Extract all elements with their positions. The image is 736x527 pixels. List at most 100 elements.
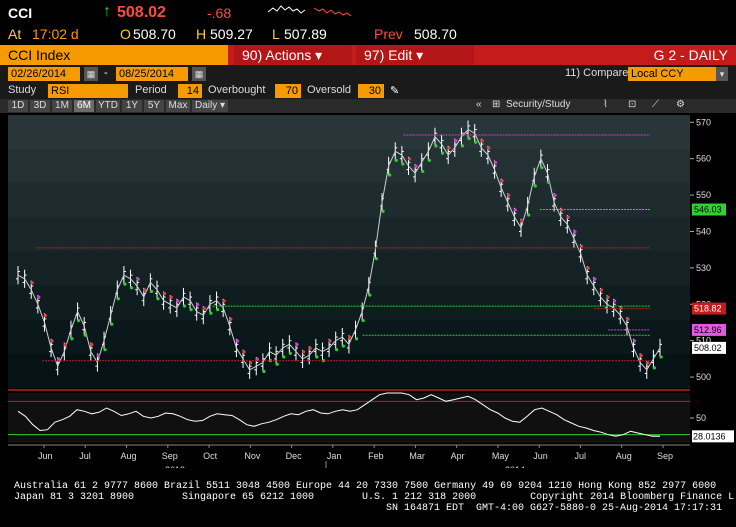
period-button[interactable]: 5Y xyxy=(144,100,164,112)
sequential-marker xyxy=(275,362,279,366)
sequential-marker xyxy=(407,157,412,161)
period-button[interactable]: 1M xyxy=(52,100,72,112)
overbought-label: Overbought xyxy=(208,84,266,96)
actions-menu[interactable]: 90) Actions ▾ xyxy=(234,45,352,65)
period-button[interactable]: Max xyxy=(166,100,190,112)
period-input[interactable]: 14 xyxy=(178,84,202,98)
footer-line-3: SN 164871 EDT GMT-4:00 G627-5880-0 25-Au… xyxy=(386,503,723,514)
current-price-label: 508.02 xyxy=(694,343,722,353)
chevron-down-icon[interactable]: ▾ xyxy=(716,67,728,81)
prev-value: 508.70 xyxy=(414,26,457,42)
calendar-icon[interactable]: ▦ xyxy=(192,67,206,81)
sparkline-icon xyxy=(267,2,307,21)
x-axis-month-label: Jun xyxy=(533,451,548,461)
price-panel-band xyxy=(8,217,690,252)
price-chart[interactable]: 500510520530540550560570546.03518.82512.… xyxy=(0,113,736,468)
x-axis-month-label: Oct xyxy=(203,451,218,461)
sequential-marker xyxy=(235,339,240,343)
sequential-marker xyxy=(493,161,498,165)
sequential-marker xyxy=(593,277,597,281)
sequential-marker xyxy=(354,337,359,341)
start-date-input[interactable]: 02/26/2014 xyxy=(8,67,80,81)
x-axis-year-label: 2014 xyxy=(505,465,525,468)
overbought-input[interactable]: 70 xyxy=(275,84,301,98)
sequential-marker xyxy=(427,158,431,162)
sequential-marker xyxy=(520,219,524,223)
sequential-marker xyxy=(242,350,246,354)
security-study-button[interactable]: Security/Study xyxy=(506,99,570,110)
sequential-marker xyxy=(586,266,590,270)
price-axis-label: 540 xyxy=(696,226,711,236)
sequential-marker xyxy=(341,344,345,348)
sequential-marker xyxy=(500,179,504,183)
oversold-input[interactable]: 30 xyxy=(358,84,384,98)
sequential-marker xyxy=(43,313,48,318)
sequential-marker xyxy=(513,208,517,212)
price-axis-label: 570 xyxy=(696,117,711,127)
x-axis-month-label: Mar xyxy=(409,451,425,461)
security-field[interactable]: CCI Index xyxy=(0,45,228,65)
sequential-marker xyxy=(76,318,81,323)
sequential-marker xyxy=(474,140,478,144)
last-price: 508.02 xyxy=(117,4,166,21)
security-study-icon[interactable]: ⊞ xyxy=(492,99,500,110)
sequential-marker xyxy=(222,299,226,303)
quote-header: CCI ↑ 508.02 -.68 At 17:02 d O 508.70 H … xyxy=(0,0,736,44)
sequential-marker xyxy=(156,297,160,301)
sequential-marker xyxy=(328,339,332,343)
sequential-marker xyxy=(123,282,127,286)
quote-time: 17:02 d xyxy=(32,26,79,42)
x-axis-month-label: Sep xyxy=(657,451,673,461)
sequential-marker xyxy=(374,257,379,261)
x-axis-month-label: Feb xyxy=(368,451,384,461)
sequential-marker xyxy=(553,193,557,197)
high-label: H xyxy=(196,26,207,42)
date-range-bar: 02/26/2014 ▦ - 08/25/2014 ▦ 11) Compare … xyxy=(0,65,736,83)
sequential-marker xyxy=(394,158,398,162)
price-panel-band xyxy=(8,115,690,150)
study-select[interactable]: RSI xyxy=(48,84,128,98)
period-button[interactable]: 1D xyxy=(8,100,28,112)
net-change: -.68 xyxy=(207,5,232,21)
sparkline-down-icon xyxy=(313,2,353,21)
sequential-marker xyxy=(50,339,54,343)
red-level-label: 518.82 xyxy=(694,304,722,314)
settings-icon[interactable]: ⚙ xyxy=(676,99,685,110)
sequential-marker xyxy=(70,337,74,341)
open-label: O xyxy=(120,26,131,42)
command-bar: CCI Index 90) Actions ▾ 97) Edit ▾ G 2 -… xyxy=(0,45,736,65)
price-panel-band xyxy=(8,149,690,184)
sequential-marker xyxy=(527,213,531,217)
draw-icon[interactable]: ⌇ xyxy=(603,99,608,110)
period-button[interactable]: Daily ▾ xyxy=(192,100,228,112)
sequential-marker xyxy=(196,302,200,307)
sequential-marker xyxy=(143,288,147,292)
sequential-marker xyxy=(467,136,471,141)
period-label: Period xyxy=(135,84,167,96)
date-separator: - xyxy=(104,67,108,79)
sequential-marker xyxy=(533,184,537,188)
edit-menu[interactable]: 97) Edit ▾ xyxy=(356,45,474,65)
sequential-marker xyxy=(388,173,392,177)
x-axis-month-label: Jan xyxy=(327,451,342,461)
end-date-input[interactable]: 08/25/2014 xyxy=(116,67,188,81)
sequential-marker xyxy=(116,297,120,301)
period-button[interactable]: YTD xyxy=(96,100,120,112)
zoom-icon[interactable]: ⊡ xyxy=(628,99,636,110)
calendar-icon[interactable]: ▦ xyxy=(84,67,98,81)
sequential-marker xyxy=(626,317,630,321)
collapse-icon[interactable]: « xyxy=(476,99,482,110)
pencil-icon[interactable]: ✎ xyxy=(390,84,399,97)
low-value: 507.89 xyxy=(284,26,327,42)
price-axis-label: 550 xyxy=(696,190,711,200)
sequential-marker xyxy=(110,322,114,326)
at-label: At xyxy=(8,26,22,42)
period-button[interactable]: 1Y xyxy=(122,100,142,112)
x-axis-month-label: Jun xyxy=(38,451,53,461)
period-button[interactable]: 3D xyxy=(30,100,50,112)
compare-select[interactable]: Local CCY xyxy=(628,67,716,81)
period-button[interactable]: 6M xyxy=(74,100,94,112)
sequential-marker xyxy=(546,180,551,184)
line-tool-icon[interactable]: ⟋ xyxy=(652,99,659,110)
uptick-arrow-icon: ↑ xyxy=(103,3,111,20)
